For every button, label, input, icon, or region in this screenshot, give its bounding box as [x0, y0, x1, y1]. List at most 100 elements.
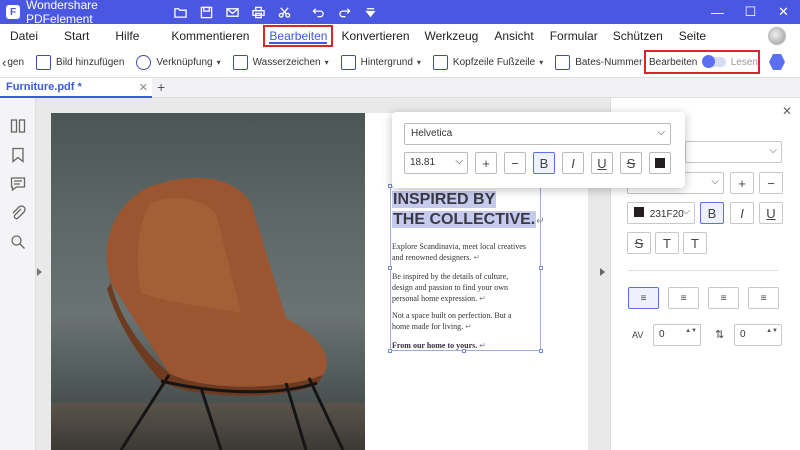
edit-mode-switch[interactable]: Bearbeiten Lesen: [644, 50, 760, 74]
tab-label: Furniture.pdf *: [6, 81, 82, 93]
decrease-size-button[interactable]: −: [504, 152, 526, 174]
watermark-button[interactable]: Wasserzeichen ▾: [232, 55, 329, 70]
align-left-button[interactable]: ≡: [628, 287, 659, 309]
line-spacing-icon: ⇅: [715, 329, 725, 341]
folder-icon[interactable]: [172, 4, 188, 20]
bates-icon: [555, 55, 571, 70]
resize-handle[interactable]: [388, 266, 392, 270]
align-center-button[interactable]: ≡: [668, 287, 699, 309]
panel-close-icon[interactable]: ✕: [782, 104, 792, 118]
align-right-button[interactable]: ≡: [708, 287, 739, 309]
char-spacing-value: 0: [659, 329, 665, 340]
mode-toggle[interactable]: [702, 55, 726, 68]
menu-hilfe[interactable]: Hilfe: [115, 29, 139, 43]
headline-line-2: THE COLLECTIVE.: [392, 211, 537, 228]
undo-icon[interactable]: [310, 4, 326, 20]
panel-color-select[interactable]: 231F20 ⌵: [627, 202, 695, 224]
title-bar: F Wondershare PDFelement — ☐ ✕: [0, 0, 800, 26]
bates-number-button[interactable]: Bates-Nummer▾: [555, 55, 650, 70]
color-value: 231F20: [649, 209, 684, 220]
image-icon: [36, 55, 52, 70]
paragraph-3[interactable]: Not a space built on perfection. But a h…: [392, 310, 538, 332]
panel-superscript-button[interactable]: T: [655, 232, 679, 254]
spinner-icon[interactable]: ▲▼: [685, 327, 697, 335]
left-sidebar: [0, 98, 36, 450]
tab-close-icon[interactable]: ✕: [139, 81, 148, 94]
text-color-button[interactable]: [649, 152, 671, 174]
panel-increase-button[interactable]: +: [730, 172, 754, 194]
resize-handle[interactable]: [539, 266, 543, 270]
para1-line1: Explore Scandinavia, meet local creative…: [392, 242, 526, 251]
mail-icon[interactable]: [224, 4, 240, 20]
maximize-icon[interactable]: ☐: [734, 0, 767, 24]
menu-bearbeiten[interactable]: Bearbeiten: [263, 25, 334, 47]
panel-underline-button[interactable]: U: [759, 202, 783, 224]
paragraph-4[interactable]: From our home to yours. ↵: [392, 340, 538, 351]
menu-seite[interactable]: Seite: [679, 29, 706, 43]
headline[interactable]: INSPIRED BY THE COLLECTIVE.↵: [392, 190, 545, 232]
menu-formular[interactable]: Formular: [550, 29, 598, 43]
mode-read-label: Lesen: [730, 56, 758, 68]
user-avatar[interactable]: [768, 27, 786, 45]
background-button[interactable]: Hintergrund ▾: [340, 55, 421, 70]
app-logo: F: [6, 5, 20, 19]
panel-strikethrough-button[interactable]: S: [627, 232, 651, 254]
customize-icon[interactable]: [362, 4, 378, 20]
menu-datei[interactable]: Datei: [10, 29, 38, 43]
menu-werkzeug[interactable]: Werkzeug: [425, 29, 479, 43]
collapse-left-icon[interactable]: [37, 268, 42, 276]
para2-line1: Be inspired by the details of culture,: [392, 272, 509, 281]
font-size-select[interactable]: 18.81 ⌵: [404, 152, 468, 174]
menu-start[interactable]: Start: [64, 29, 89, 43]
redo-icon[interactable]: [336, 4, 352, 20]
new-tab-icon[interactable]: +: [157, 79, 165, 95]
para1-line2: and renowned designers.: [392, 253, 472, 262]
mode-edit-label: Bearbeiten: [649, 56, 698, 68]
tab-furniture[interactable]: Furniture.pdf * ✕: [0, 78, 152, 98]
align-left-icon: ≡: [640, 292, 647, 304]
link-button[interactable]: Verknüpfung ▾: [136, 55, 221, 70]
scroll-left-icon[interactable]: ‹: [2, 55, 6, 70]
menu-kommentieren[interactable]: Kommentieren: [171, 29, 249, 43]
line-spacing-input[interactable]: 0 ▲▼: [734, 324, 782, 346]
panel-subscript-button[interactable]: T: [683, 232, 707, 254]
scissors-icon[interactable]: [276, 4, 292, 20]
menu-ansicht[interactable]: Ansicht: [494, 29, 533, 43]
add-image-button[interactable]: Bild hinzufügen: [36, 55, 124, 70]
strikethrough-button[interactable]: S: [620, 152, 642, 174]
chevron-down-icon: ⌵: [769, 145, 777, 156]
italic-button[interactable]: I: [562, 152, 584, 174]
bookmark-icon[interactable]: [10, 147, 26, 163]
increase-size-button[interactable]: +: [475, 152, 497, 174]
panel-italic-button[interactable]: I: [730, 202, 754, 224]
align-justify-button[interactable]: ≡: [748, 287, 779, 309]
minimize-icon[interactable]: —: [701, 0, 734, 24]
panel-decrease-button[interactable]: −: [759, 172, 783, 194]
panel-bold-button[interactable]: B: [700, 202, 724, 224]
save-icon[interactable]: [198, 4, 214, 20]
print-icon[interactable]: [250, 4, 266, 20]
underline-button[interactable]: U: [591, 152, 613, 174]
char-spacing-input[interactable]: 0 ▲▼: [653, 324, 701, 346]
align-center-icon: ≡: [680, 292, 687, 304]
spinner-icon[interactable]: ▲▼: [766, 327, 778, 335]
comment-icon[interactable]: [10, 176, 26, 192]
resize-handle[interactable]: [539, 349, 543, 353]
bold-button[interactable]: B: [533, 152, 555, 174]
thumbnails-icon[interactable]: [10, 118, 26, 134]
return-mark: ↵: [479, 294, 486, 303]
paragraph-1[interactable]: Explore Scandinavia, meet local creative…: [392, 241, 538, 263]
header-footer-button[interactable]: Kopfzeile Fußzeile ▾: [432, 55, 543, 70]
paragraph-2[interactable]: Be inspired by the details of culture, d…: [392, 271, 538, 304]
menu-konvertieren[interactable]: Konvertieren: [341, 29, 409, 43]
font-family-select[interactable]: Helvetica ⌵: [404, 123, 671, 145]
attachment-icon[interactable]: [10, 205, 26, 221]
collapse-right-icon[interactable]: [600, 268, 605, 276]
toolbar-item-cut[interactable]: gen: [7, 57, 24, 68]
color-swatch: [655, 158, 665, 168]
menu-bar: Datei Start Hilfe Kommentieren Bearbeite…: [0, 24, 800, 48]
close-icon[interactable]: ✕: [767, 0, 800, 24]
menu-schuetzen[interactable]: Schützen: [613, 29, 663, 43]
search-icon[interactable]: [10, 234, 26, 250]
panel-font-select[interactable]: ⌵: [685, 141, 782, 163]
